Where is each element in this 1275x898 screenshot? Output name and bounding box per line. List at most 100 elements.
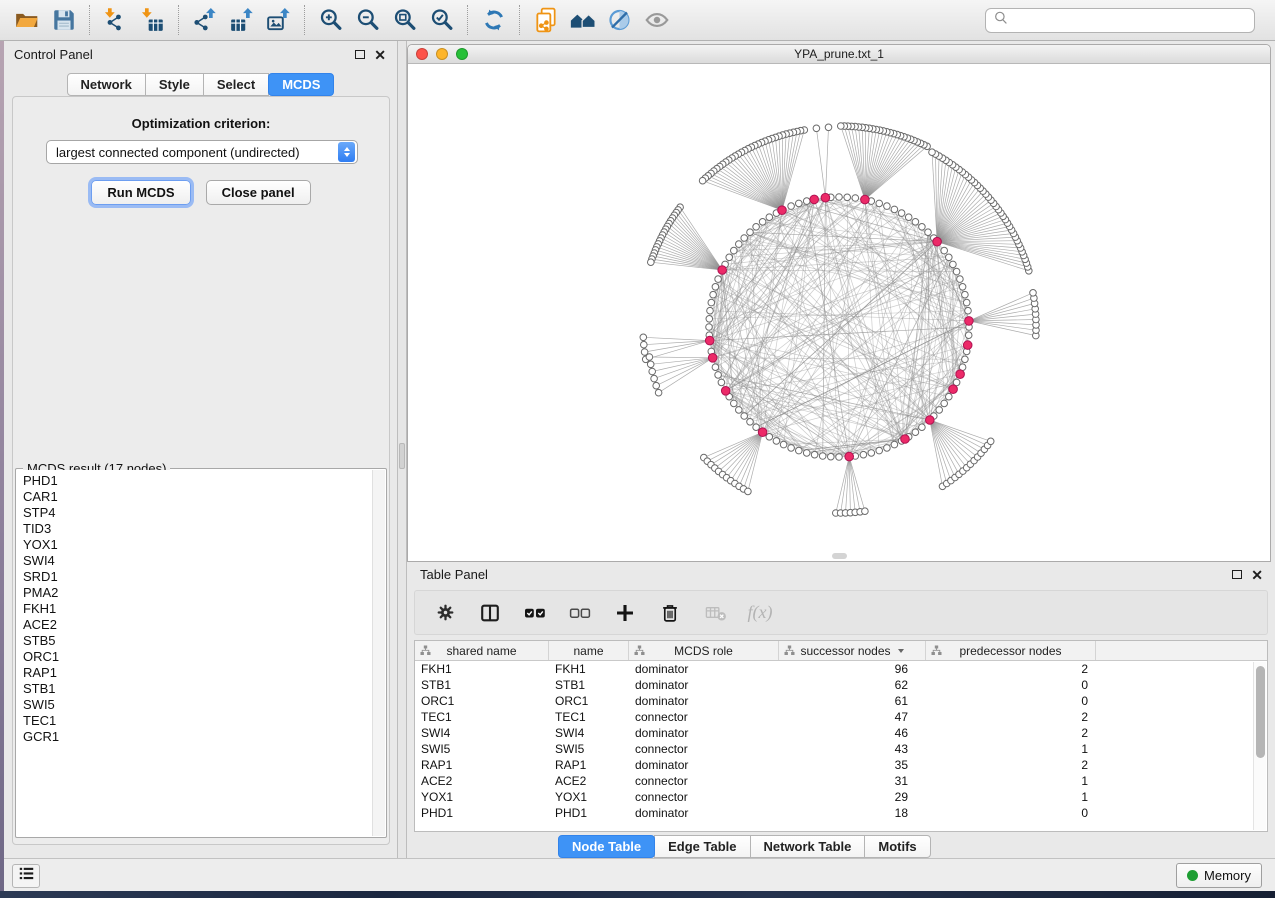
- sort-desc-icon[interactable]: [898, 649, 904, 653]
- ring-node[interactable]: [957, 276, 964, 283]
- column-header-MCDS-role[interactable]: MCDS role: [629, 641, 779, 660]
- ring-node[interactable]: [941, 247, 948, 254]
- mcds-result-item[interactable]: TEC1: [23, 713, 372, 729]
- zoom-out-button[interactable]: [349, 3, 386, 37]
- ring-node[interactable]: [941, 400, 948, 407]
- export-image-button[interactable]: [260, 3, 297, 37]
- mcds-result-item[interactable]: ACE2: [23, 617, 372, 633]
- ring-node[interactable]: [753, 224, 760, 231]
- mcds-result-item[interactable]: STP4: [23, 505, 372, 521]
- mcds-node[interactable]: [708, 354, 717, 363]
- show-graphics-button[interactable]: [638, 3, 675, 37]
- mcds-node[interactable]: [963, 341, 972, 350]
- table-row[interactable]: SWI5SWI5connector431: [415, 741, 1267, 757]
- leaf-node[interactable]: [838, 123, 845, 130]
- mcds-result-item[interactable]: CAR1: [23, 489, 372, 505]
- tab-node-table[interactable]: Node Table: [558, 835, 655, 858]
- float-table-panel-icon[interactable]: [1232, 570, 1242, 579]
- export-network-button[interactable]: [186, 3, 223, 37]
- ring-node[interactable]: [726, 254, 733, 261]
- table-row[interactable]: STB1STB1dominator620: [415, 677, 1267, 693]
- optimization-criterion-select[interactable]: largest connected component (undirected): [46, 140, 358, 164]
- ring-node[interactable]: [796, 447, 803, 454]
- mcds-result-item[interactable]: ORC1: [23, 649, 372, 665]
- tab-edge-table[interactable]: Edge Table: [654, 835, 750, 858]
- home-pages-button[interactable]: [564, 3, 601, 37]
- ring-node[interactable]: [747, 419, 754, 426]
- mcds-result-item[interactable]: SWI5: [23, 697, 372, 713]
- ring-node[interactable]: [962, 291, 969, 298]
- tab-style[interactable]: Style: [145, 73, 204, 96]
- leaf-node[interactable]: [987, 438, 994, 445]
- ring-node[interactable]: [936, 407, 943, 414]
- table-row[interactable]: TEC1TEC1connector472: [415, 709, 1267, 725]
- table-scrollbar-thumb[interactable]: [1256, 666, 1265, 758]
- ring-node[interactable]: [796, 200, 803, 207]
- ring-node[interactable]: [946, 393, 953, 400]
- mcds-result-item[interactable]: SWI4: [23, 553, 372, 569]
- ring-node[interactable]: [898, 210, 905, 217]
- export-table-button[interactable]: [223, 3, 260, 37]
- table-row[interactable]: PHD1PHD1dominator180: [415, 805, 1267, 821]
- minimize-window-button[interactable]: [436, 48, 448, 60]
- leaf-node[interactable]: [1030, 290, 1037, 297]
- mcds-result-item[interactable]: YOX1: [23, 537, 372, 553]
- mcds-result-item[interactable]: GCR1: [23, 729, 372, 745]
- ring-node[interactable]: [731, 247, 738, 254]
- leaf-node[interactable]: [641, 341, 648, 348]
- ring-node[interactable]: [780, 441, 787, 448]
- column-header-shared-name[interactable]: shared name: [415, 641, 549, 660]
- close-panel-icon[interactable]: ✕: [374, 48, 386, 62]
- ring-node[interactable]: [773, 438, 780, 445]
- select-all-button[interactable]: [521, 599, 549, 627]
- ring-node[interactable]: [860, 451, 867, 458]
- table-row[interactable]: YOX1YOX1connector291: [415, 789, 1267, 805]
- tab-select[interactable]: Select: [203, 73, 269, 96]
- zoom-in-button[interactable]: [312, 3, 349, 37]
- tab-mcds[interactable]: MCDS: [268, 73, 334, 96]
- mcds-node[interactable]: [705, 336, 714, 345]
- ring-node[interactable]: [852, 195, 859, 202]
- ring-node[interactable]: [715, 372, 722, 379]
- table-row[interactable]: ORC1ORC1dominator610: [415, 693, 1267, 709]
- ring-node[interactable]: [731, 400, 738, 407]
- float-panel-icon[interactable]: [355, 50, 365, 59]
- ring-node[interactable]: [953, 268, 960, 275]
- leaf-node[interactable]: [646, 354, 653, 361]
- leaf-node[interactable]: [745, 488, 752, 495]
- ring-node[interactable]: [707, 307, 714, 314]
- leaf-node[interactable]: [648, 259, 655, 266]
- add-row-button[interactable]: [611, 599, 639, 627]
- zoom-fit-button[interactable]: [386, 3, 423, 37]
- task-history-button[interactable]: [12, 864, 40, 888]
- ring-node[interactable]: [741, 413, 748, 420]
- ring-node[interactable]: [736, 407, 743, 414]
- leaf-node[interactable]: [649, 368, 656, 375]
- table-row[interactable]: SWI4SWI4dominator462: [415, 725, 1267, 741]
- leaf-node[interactable]: [647, 361, 654, 368]
- leaf-node[interactable]: [640, 334, 647, 341]
- ring-node[interactable]: [919, 424, 926, 431]
- column-header-predecessor-nodes[interactable]: predecessor nodes: [926, 641, 1096, 660]
- mcds-node[interactable]: [810, 195, 819, 204]
- close-panel-button[interactable]: Close panel: [206, 180, 311, 205]
- ring-node[interactable]: [759, 219, 766, 226]
- ring-node[interactable]: [946, 254, 953, 261]
- ring-node[interactable]: [919, 224, 926, 231]
- show-columns-button[interactable]: [476, 599, 504, 627]
- ring-node[interactable]: [819, 453, 826, 460]
- mcds-node[interactable]: [901, 435, 910, 444]
- table-row[interactable]: FKH1FKH1dominator962: [415, 661, 1267, 677]
- ring-node[interactable]: [766, 434, 773, 441]
- network-canvas[interactable]: [408, 64, 1270, 561]
- import-network-button[interactable]: [97, 3, 134, 37]
- leaf-node[interactable]: [862, 508, 869, 515]
- deselect-all-button[interactable]: [566, 599, 594, 627]
- settings-gear-button[interactable]: [431, 599, 459, 627]
- table-row[interactable]: ACE2ACE2connector311: [415, 773, 1267, 789]
- mcds-node[interactable]: [933, 237, 942, 246]
- ring-node[interactable]: [884, 203, 891, 210]
- ring-node[interactable]: [868, 450, 875, 457]
- ring-node[interactable]: [876, 200, 883, 207]
- zoom-selected-button[interactable]: [423, 3, 460, 37]
